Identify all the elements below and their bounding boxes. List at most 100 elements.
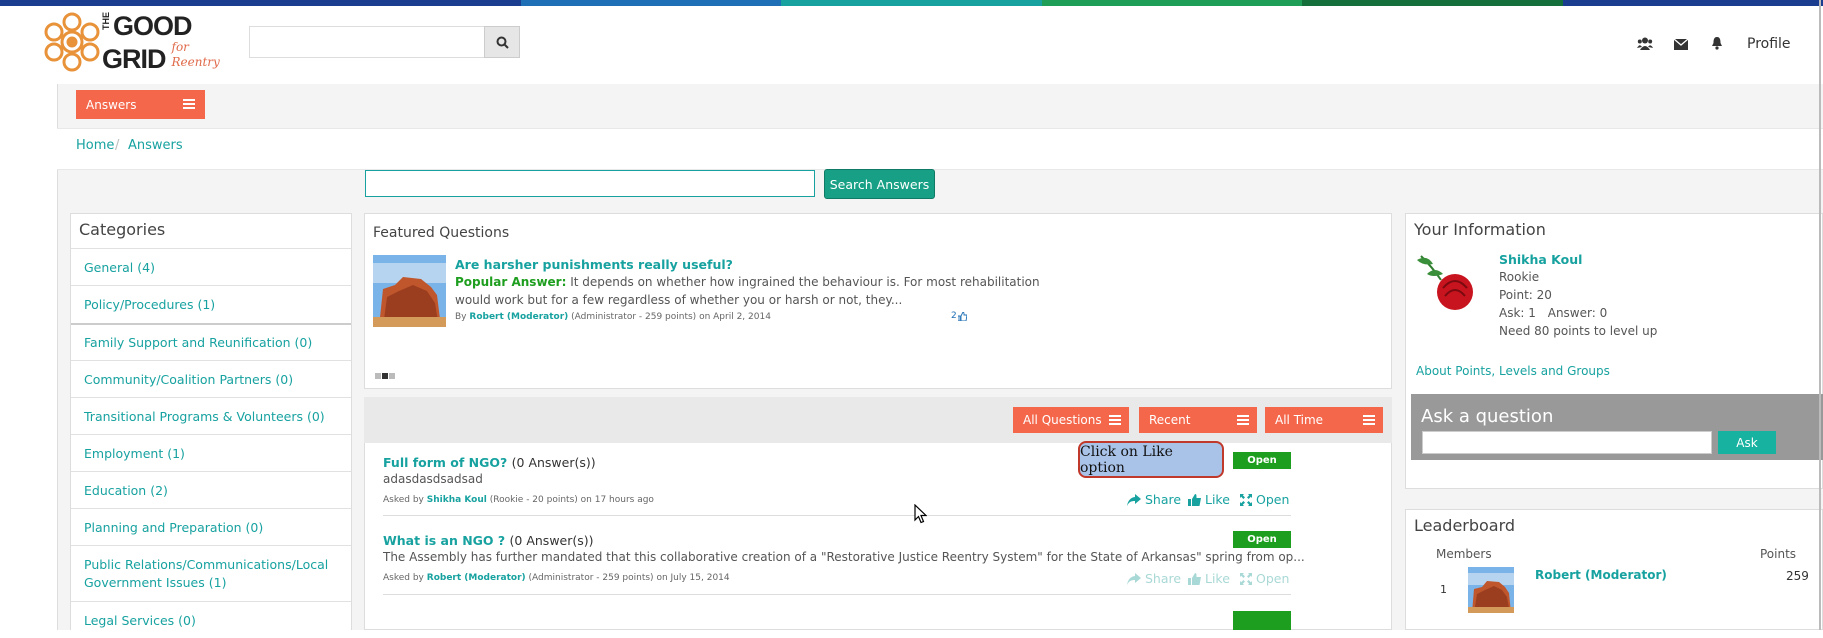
answers-menu-button[interactable]: Answers (76, 90, 205, 119)
share-icon (1127, 572, 1141, 585)
leaderboard-avatar[interactable] (1468, 567, 1514, 613)
status-badge: Open (1233, 531, 1291, 548)
question-title[interactable]: What is an NGO ? (0 Answer(s)) (383, 533, 594, 548)
hamburger-icon (183, 99, 195, 111)
question-title-link[interactable]: What is an NGO ? (383, 533, 505, 548)
expand-icon (1240, 493, 1252, 506)
featured-answer-text: would work but for a few regardless of w… (455, 293, 903, 307)
breadcrumb-home[interactable]: Home (76, 138, 114, 153)
user-name-link[interactable]: Shikha Koul (1499, 252, 1582, 267)
status-badge: Open (1233, 452, 1291, 469)
question-answer-count: (0 Answer(s)) (509, 533, 594, 548)
asked-by-label: Asked by (383, 573, 424, 583)
your-information-title: Your Information (1414, 220, 1546, 239)
answer-search-input[interactable] (365, 170, 815, 197)
featured-carousel-dots[interactable] (375, 373, 395, 379)
category-item-line: Government Issues (1) (84, 574, 227, 590)
carousel-dot[interactable] (389, 373, 395, 379)
featured-question-link[interactable]: Are harsher punishments really useful? (455, 257, 733, 272)
all-questions-filter[interactable]: All Questions (1013, 407, 1129, 433)
category-item[interactable]: Community/Coalition Partners (0) (71, 360, 351, 397)
leaderboard-member-link[interactable]: Robert (Moderator) (1535, 568, 1667, 582)
logo-good: GOOD (113, 11, 193, 41)
question-body: adasdasdsadsad (383, 472, 483, 486)
all-questions-label: All Questions (1023, 413, 1102, 427)
leaderboard-title: Leaderboard (1414, 516, 1516, 535)
featured-author-meta: (Administrator - 259 points) (571, 312, 697, 322)
logo-tagline: for Reentry (171, 40, 220, 69)
featured-author-link[interactable]: Robert (Moderator) (469, 312, 568, 322)
bell-icon[interactable] (1711, 36, 1723, 54)
category-item[interactable]: Policy/Procedures (1) (71, 285, 351, 322)
category-item[interactable]: Legal Services (0) (71, 601, 351, 638)
open-label: Open (1256, 492, 1290, 507)
carousel-dot-active[interactable] (382, 373, 388, 379)
like-button[interactable]: Like (1188, 492, 1230, 507)
ask-question-input[interactable] (1422, 431, 1712, 454)
question-title-link[interactable]: Full form of NGO? (383, 455, 507, 470)
share-button[interactable]: Share (1127, 492, 1181, 507)
categories-title: Categories (79, 220, 166, 239)
category-item[interactable]: Transitional Programs & Volunteers (0) (71, 397, 351, 434)
featured-answer-text: It depends on whether how ingrained the … (570, 275, 1040, 289)
user-answer-count: Answer: 0 (1547, 306, 1608, 320)
featured-like-number: 2 (951, 311, 957, 321)
user-ask-count: Ask: 1 (1499, 306, 1536, 320)
search-answers-button[interactable]: Search Answers (824, 169, 935, 199)
question-author-meta: (Rookie - 20 points) (489, 495, 578, 505)
leaderboard-points: 259 (1786, 569, 1809, 583)
breadcrumb-current[interactable]: Answers (128, 138, 183, 153)
category-item[interactable]: Education (2) (71, 471, 351, 508)
logo-grid: GRID (102, 44, 166, 74)
user-avatar[interactable] (1413, 250, 1479, 316)
featured-question-thumbnail[interactable] (373, 255, 446, 327)
mouse-cursor-icon (914, 504, 927, 524)
share-label: Share (1145, 492, 1182, 507)
category-item[interactable]: Family Support and Reunification (0) (71, 323, 351, 360)
logo-the: THE (101, 12, 111, 30)
profile-link[interactable]: Profile (1747, 36, 1791, 52)
featured-meta: By Robert (Moderator) (Administrator - 2… (455, 312, 771, 322)
thumbs-up-icon (1188, 572, 1201, 585)
question-title[interactable]: Full form of NGO? (0 Answer(s)) (383, 455, 596, 470)
featured-like-count[interactable]: 2 (951, 311, 967, 321)
leaderboard-members-header: Members (1436, 547, 1492, 561)
envelope-icon[interactable] (1673, 36, 1689, 54)
like-label: Like (1205, 492, 1230, 507)
question-meta: Asked by Shikha Koul (Rookie - 20 points… (383, 495, 654, 505)
user-level-progress: Need 80 points to level up (1499, 324, 1658, 338)
carousel-dot[interactable] (375, 373, 381, 379)
recent-filter[interactable]: Recent (1139, 407, 1257, 433)
category-item[interactable]: Planning and Preparation (0) (71, 508, 351, 545)
site-logo[interactable]: THE GOOD GRID for Reentry (40, 6, 235, 74)
category-item[interactable]: Employment (1) (71, 434, 351, 471)
header-search-button[interactable] (484, 26, 520, 58)
open-button[interactable]: Open (1240, 492, 1289, 507)
group-icon[interactable] (1637, 36, 1653, 54)
tutorial-callout: Click on Like option (1078, 441, 1224, 478)
all-time-filter[interactable]: All Time (1265, 407, 1383, 433)
question-author-link[interactable]: Robert (Moderator) (427, 573, 526, 583)
category-item[interactable]: General (4) (71, 248, 351, 285)
question-author-link[interactable]: Shikha Koul (427, 495, 487, 505)
like-button[interactable]: Like (1188, 571, 1230, 586)
asked-by-label: Asked by (383, 495, 424, 505)
ask-question-title: Ask a question (1421, 406, 1554, 427)
hamburger-icon (1237, 415, 1249, 427)
category-item[interactable]: Public Relations/Communications/Local Go… (71, 545, 351, 601)
question-time: on 17 hours ago (580, 495, 654, 505)
ask-button[interactable]: Ask (1718, 431, 1776, 454)
question-divider (383, 594, 1291, 595)
like-label: Like (1205, 571, 1230, 586)
thumbs-up-icon (957, 311, 967, 321)
header-search-input[interactable] (249, 26, 519, 58)
share-button[interactable]: Share (1127, 571, 1181, 586)
all-time-label: All Time (1275, 413, 1324, 427)
user-points: Point: 20 (1499, 288, 1552, 302)
category-item-line: Public Relations/Communications/Local (84, 556, 329, 572)
hamburger-icon (1363, 415, 1375, 427)
open-button[interactable]: Open (1240, 571, 1289, 586)
question-meta: Asked by Robert (Moderator) (Administrat… (383, 573, 730, 583)
featured-answer-line: Popular Answer: It depends on whether ho… (455, 275, 1040, 289)
about-points-link[interactable]: About Points, Levels and Groups (1416, 364, 1610, 378)
